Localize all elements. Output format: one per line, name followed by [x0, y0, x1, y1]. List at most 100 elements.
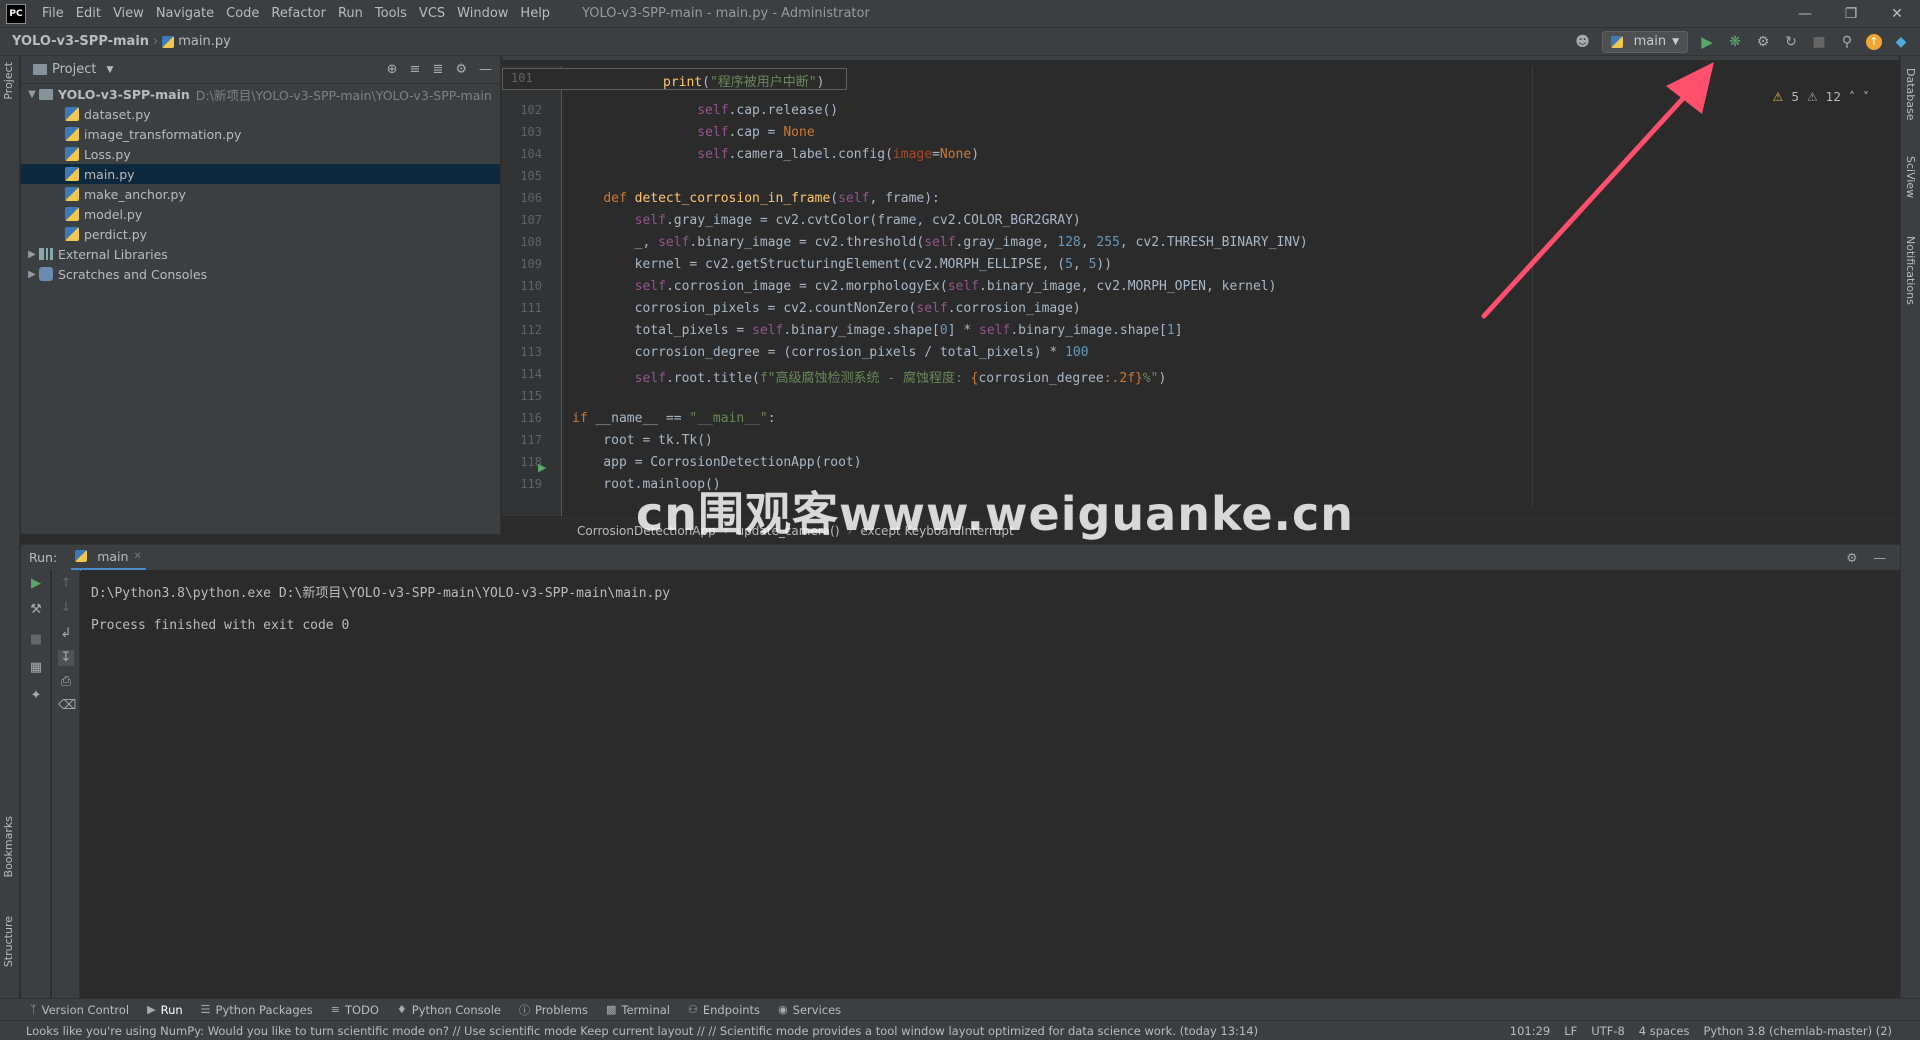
scroll-to-end-icon[interactable]: ↧ [58, 650, 74, 666]
tool-terminal[interactable]: ▩ Terminal [606, 1003, 670, 1017]
layout-icon[interactable]: ▦ [28, 660, 44, 676]
profile-icon[interactable]: ↻ [1782, 33, 1800, 51]
library-icon [39, 248, 53, 260]
tree-root[interactable]: ▼ YOLO-v3-SPP-main D:\新项目\YOLO-v3-SPP-ma… [21, 84, 500, 104]
inspection-widget[interactable]: ⚠ 5 ⚠ 12 ˄ ˅ [1773, 90, 1869, 104]
print-icon[interactable]: ⎙ [58, 674, 74, 690]
menu-refactor[interactable]: Refactor [265, 6, 332, 21]
project-panel-title[interactable]: Project [52, 62, 96, 77]
breadcrumb-project[interactable]: YOLO-v3-SPP-main [12, 34, 149, 49]
tool-version-control[interactable]: ᛉ Version Control [30, 1003, 129, 1017]
run-tab-main[interactable]: main ✕ [71, 545, 146, 571]
python-file-icon [65, 227, 79, 241]
tool-todo[interactable]: ≡ TODO [331, 1003, 379, 1017]
run-toolbar-primary: ▶ ⚒ ■ ▦ ✦ [21, 570, 51, 998]
tool-run[interactable]: ▶ Run [147, 1003, 183, 1017]
wrench-icon[interactable]: ⚒ [28, 602, 44, 618]
gear-icon[interactable]: ⚙ [455, 62, 467, 77]
menu-help[interactable]: Help [514, 6, 556, 21]
menu-file[interactable]: File [36, 6, 70, 21]
locate-icon[interactable]: ⊕ [387, 62, 398, 77]
minimize-icon[interactable]: — [1782, 6, 1828, 22]
pin-icon[interactable]: ✦ [28, 688, 44, 704]
menu-edit[interactable]: Edit [70, 6, 107, 21]
hide-icon[interactable]: — [479, 62, 492, 77]
python-file-icon [65, 207, 79, 221]
line-number: 106 [520, 191, 542, 205]
python-interpreter[interactable]: Python 3.8 (chemlab-master) (2) [1703, 1024, 1892, 1038]
line-separator[interactable]: LF [1564, 1024, 1577, 1038]
line-number: 113 [520, 345, 542, 359]
stop-icon[interactable]: ■ [28, 632, 44, 648]
menu-code[interactable]: Code [220, 6, 265, 21]
trash-icon[interactable]: ⌫ [58, 698, 76, 714]
scratches-label: Scratches and Consoles [58, 266, 208, 282]
project-tool-button[interactable]: Project [2, 62, 15, 100]
chevron-right-icon[interactable]: ▶ [25, 269, 39, 280]
run-console[interactable]: D:\Python3.8\python.exe D:\新项目\YOLO-v3-S… [81, 570, 1900, 998]
expand-all-icon[interactable]: ≡ [410, 62, 421, 77]
tool-python-console[interactable]: ♦ Python Console [397, 1003, 501, 1017]
down-arrow-icon[interactable]: ↓ [58, 600, 74, 616]
tree-file[interactable]: model.py [21, 204, 500, 224]
structure-tool-button[interactable]: Structure [2, 916, 15, 967]
tree-external-libraries[interactable]: ▶ External Libraries [21, 244, 500, 264]
python-file-icon [65, 167, 79, 181]
tree-scratches[interactable]: ▶ Scratches and Consoles [21, 264, 500, 284]
tree-file[interactable]: dataset.py [21, 104, 500, 124]
run-gutter-icon[interactable]: ▶ [538, 461, 546, 474]
chevron-down-icon[interactable]: ▼ [25, 89, 39, 100]
sciview-tool-button[interactable]: SciView [1904, 156, 1917, 198]
tool-services[interactable]: ◉ Services [778, 1003, 841, 1017]
hide-icon[interactable]: — [1874, 550, 1887, 565]
menu-tools[interactable]: Tools [369, 6, 413, 21]
coverage-icon[interactable]: ⚙ [1754, 33, 1772, 51]
notifications-tool-button[interactable]: Notifications [1904, 236, 1917, 305]
tree-file[interactable]: perdict.py [21, 224, 500, 244]
menu-window[interactable]: Window [451, 6, 514, 21]
root-folder-path: D:\新项目\YOLO-v3-SPP-main\YOLO-v3-SPP-main [195, 87, 492, 103]
rerun-icon[interactable]: ▶ [28, 576, 44, 592]
console-line: Process finished with exit code 0 [91, 618, 350, 633]
soft-wrap-icon[interactable]: ↲ [58, 626, 74, 642]
menu-vcs[interactable]: VCS [413, 6, 451, 21]
file-name: main.py [84, 166, 135, 182]
restore-icon[interactable]: ❐ [1828, 6, 1874, 22]
run-panel-label: Run: [29, 550, 58, 565]
left-tool-strip: Project Bookmarks Structure [0, 56, 20, 1006]
tree-file[interactable]: Loss.py [21, 144, 500, 164]
update-icon[interactable]: ↑ [1866, 33, 1882, 50]
search-icon[interactable]: ⚲ [1838, 33, 1856, 51]
chevron-right-icon[interactable]: ▶ [25, 249, 39, 260]
collapse-all-icon[interactable]: ≣ [432, 62, 443, 77]
tool-python-packages[interactable]: ☰ Python Packages [201, 1003, 313, 1017]
close-icon[interactable]: ✕ [1874, 6, 1920, 22]
breadcrumb-file[interactable]: main.py [178, 34, 231, 49]
tree-file-selected[interactable]: main.py [21, 164, 500, 184]
tool-problems[interactable]: ⓘ Problems [519, 1002, 588, 1018]
chevron-up-icon[interactable]: ˄ [1849, 90, 1855, 104]
pycharm-logo-icon: PC [6, 3, 26, 24]
jetbrains-icon[interactable]: ◆ [1892, 33, 1910, 51]
close-icon[interactable]: ✕ [133, 551, 141, 562]
chevron-down-icon[interactable]: ▼ [106, 65, 113, 75]
weak-warning-count: 12 [1825, 90, 1841, 104]
python-icon [75, 550, 88, 562]
bookmarks-tool-button[interactable]: Bookmarks [2, 816, 15, 877]
stop-icon[interactable]: ■ [1810, 33, 1828, 51]
indent-setting[interactable]: 4 spaces [1639, 1024, 1690, 1038]
gear-icon[interactable]: ⚙ [1846, 550, 1857, 565]
database-tool-button[interactable]: Database [1904, 68, 1917, 121]
status-message[interactable]: Looks like you're using NumPy: Would you… [26, 1024, 1258, 1038]
tool-endpoints[interactable]: ⚇ Endpoints [688, 1003, 760, 1017]
file-encoding[interactable]: UTF-8 [1591, 1024, 1625, 1038]
tree-file[interactable]: image_transformation.py [21, 124, 500, 144]
caret-position[interactable]: 101:29 [1510, 1024, 1550, 1038]
right-tool-strip: Database SciView Notifications [1900, 56, 1920, 1006]
tree-file[interactable]: make_anchor.py [21, 184, 500, 204]
menu-run[interactable]: Run [332, 6, 369, 21]
menu-navigate[interactable]: Navigate [150, 6, 220, 21]
up-arrow-icon[interactable]: ↑ [58, 576, 74, 592]
menu-view[interactable]: View [107, 6, 150, 21]
chevron-down-icon[interactable]: ˅ [1863, 90, 1869, 104]
